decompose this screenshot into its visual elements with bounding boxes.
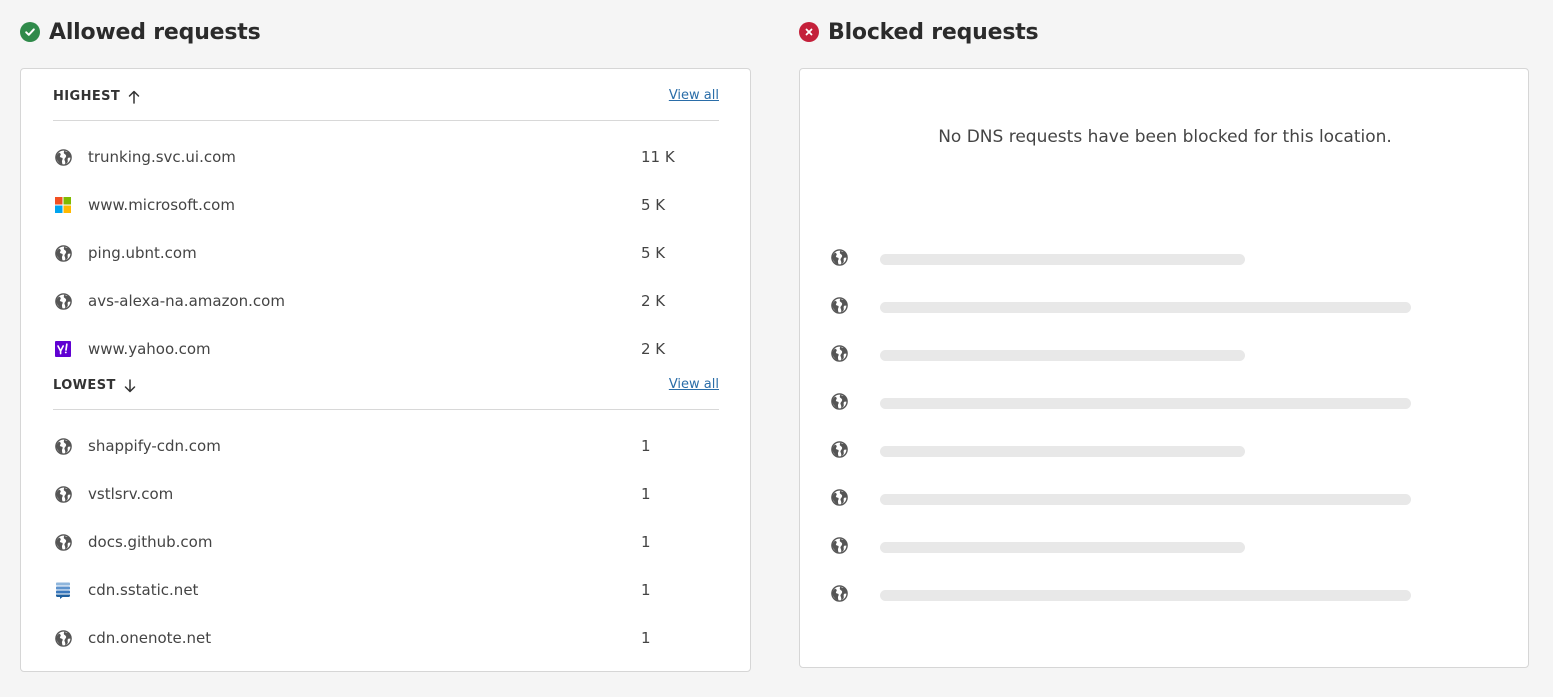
placeholder-row [831, 488, 1411, 510]
globe-icon [831, 392, 848, 414]
globe-icon [54, 292, 72, 310]
globe-icon [54, 629, 72, 647]
lowest-list: shappify-cdn.com 1 vstlsrv.com 1 docs.github… [53, 422, 719, 662]
lowest-header: LOWEST View all [53, 362, 719, 410]
domain-name: www.yahoo.com [88, 340, 211, 358]
lowest-title-group: LOWEST [53, 378, 136, 393]
domain-row: www.microsoft.com 5 K [53, 181, 719, 229]
domain-row: avs-alexa-na.amazon.com 2 K [53, 277, 719, 325]
placeholder-bar [880, 349, 1245, 361]
lowest-view-all-link[interactable]: View all [669, 377, 719, 392]
placeholder-bar [880, 301, 1411, 313]
domain-row: docs.github.com 1 [53, 518, 719, 566]
placeholder-bar [880, 589, 1411, 601]
placeholder-row [831, 248, 1245, 270]
domain-row: cdn.onenote.net 1 [53, 614, 719, 662]
dns-requests-panel: Allowed requests HIGHEST View all trunki… [0, 0, 1553, 697]
placeholder-row [831, 344, 1245, 366]
globe-icon [54, 485, 72, 503]
blocked-requests-title: Blocked requests [828, 19, 1039, 45]
domain-name: shappify-cdn.com [88, 437, 221, 455]
placeholder-row [831, 440, 1245, 462]
domain-name: vstlsrv.com [88, 485, 174, 503]
x-circle-icon [799, 22, 819, 42]
blocked-requests-heading: Blocked requests [799, 0, 1529, 64]
request-count: 5 K [641, 244, 666, 262]
allowed-requests-card: HIGHEST View all trunking.svc.ui.com 11 K… [20, 68, 751, 672]
request-count: 1 [641, 533, 651, 551]
domain-row: trunking.svc.ui.com 11 K [53, 133, 719, 181]
highest-section: HIGHEST View all trunking.svc.ui.com 11 K… [53, 73, 719, 373]
domain-row: shappify-cdn.com 1 [53, 422, 719, 470]
globe-icon [54, 437, 72, 455]
lowest-label: LOWEST [53, 378, 116, 393]
domain-name: ping.ubnt.com [88, 244, 197, 262]
globe-icon [54, 533, 72, 551]
yahoo-logo-icon [54, 340, 72, 358]
stackexchange-logo-icon [54, 581, 72, 599]
request-count: 2 K [641, 292, 666, 310]
domain-name: www.microsoft.com [88, 196, 235, 214]
highest-list: trunking.svc.ui.com 11 K www.microsoft.com… [53, 133, 719, 373]
domain-name: docs.github.com [88, 533, 213, 551]
request-count: 2 K [641, 340, 666, 358]
globe-icon [831, 440, 848, 462]
highest-view-all-link[interactable]: View all [669, 88, 719, 103]
request-count: 5 K [641, 196, 666, 214]
globe-icon [54, 148, 72, 166]
highest-header: HIGHEST View all [53, 73, 719, 121]
domain-name: trunking.svc.ui.com [88, 148, 236, 166]
arrow-down-icon [124, 378, 136, 393]
placeholder-bar [880, 445, 1245, 457]
placeholder-row [831, 296, 1411, 318]
highest-title-group: HIGHEST [53, 89, 140, 104]
globe-icon [831, 536, 848, 558]
request-count: 1 [641, 629, 651, 647]
placeholder-bar [880, 493, 1411, 505]
domain-name: cdn.sstatic.net [88, 581, 199, 599]
lowest-section: LOWEST View all shappify-cdn.com 1 vstlsrv… [53, 362, 719, 662]
blocked-requests-card: No DNS requests have been blocked for th… [799, 68, 1529, 668]
domain-row: cdn.sstatic.net 1 [53, 566, 719, 614]
domain-row: ping.ubnt.com 5 K [53, 229, 719, 277]
check-circle-icon [20, 22, 40, 42]
domain-name: avs-alexa-na.amazon.com [88, 292, 285, 310]
allowed-requests-heading: Allowed requests [20, 0, 751, 64]
placeholder-row [831, 392, 1411, 414]
blocked-empty-message: No DNS requests have been blocked for th… [938, 127, 1392, 147]
request-count: 1 [641, 485, 651, 503]
arrow-up-icon [128, 90, 140, 104]
highest-label: HIGHEST [53, 89, 121, 104]
allowed-requests-title: Allowed requests [49, 19, 261, 45]
request-count: 11 K [641, 148, 675, 166]
blocked-requests-column: Blocked requests No DNS requests have be… [799, 0, 1529, 668]
placeholder-row [831, 584, 1411, 606]
placeholder-row [831, 536, 1245, 558]
globe-icon [831, 296, 848, 318]
request-count: 1 [641, 437, 651, 455]
allowed-requests-column: Allowed requests HIGHEST View all trunki… [20, 0, 751, 672]
microsoft-logo-icon [54, 196, 72, 214]
placeholder-bar [880, 253, 1245, 265]
placeholder-bar [880, 541, 1245, 553]
globe-icon [831, 488, 848, 510]
request-count: 1 [641, 581, 651, 599]
domain-row: vstlsrv.com 1 [53, 470, 719, 518]
placeholder-bar [880, 397, 1411, 409]
globe-icon [831, 248, 848, 270]
globe-icon [54, 244, 72, 262]
globe-icon [831, 584, 848, 606]
globe-icon [831, 344, 848, 366]
domain-name: cdn.onenote.net [88, 629, 212, 647]
